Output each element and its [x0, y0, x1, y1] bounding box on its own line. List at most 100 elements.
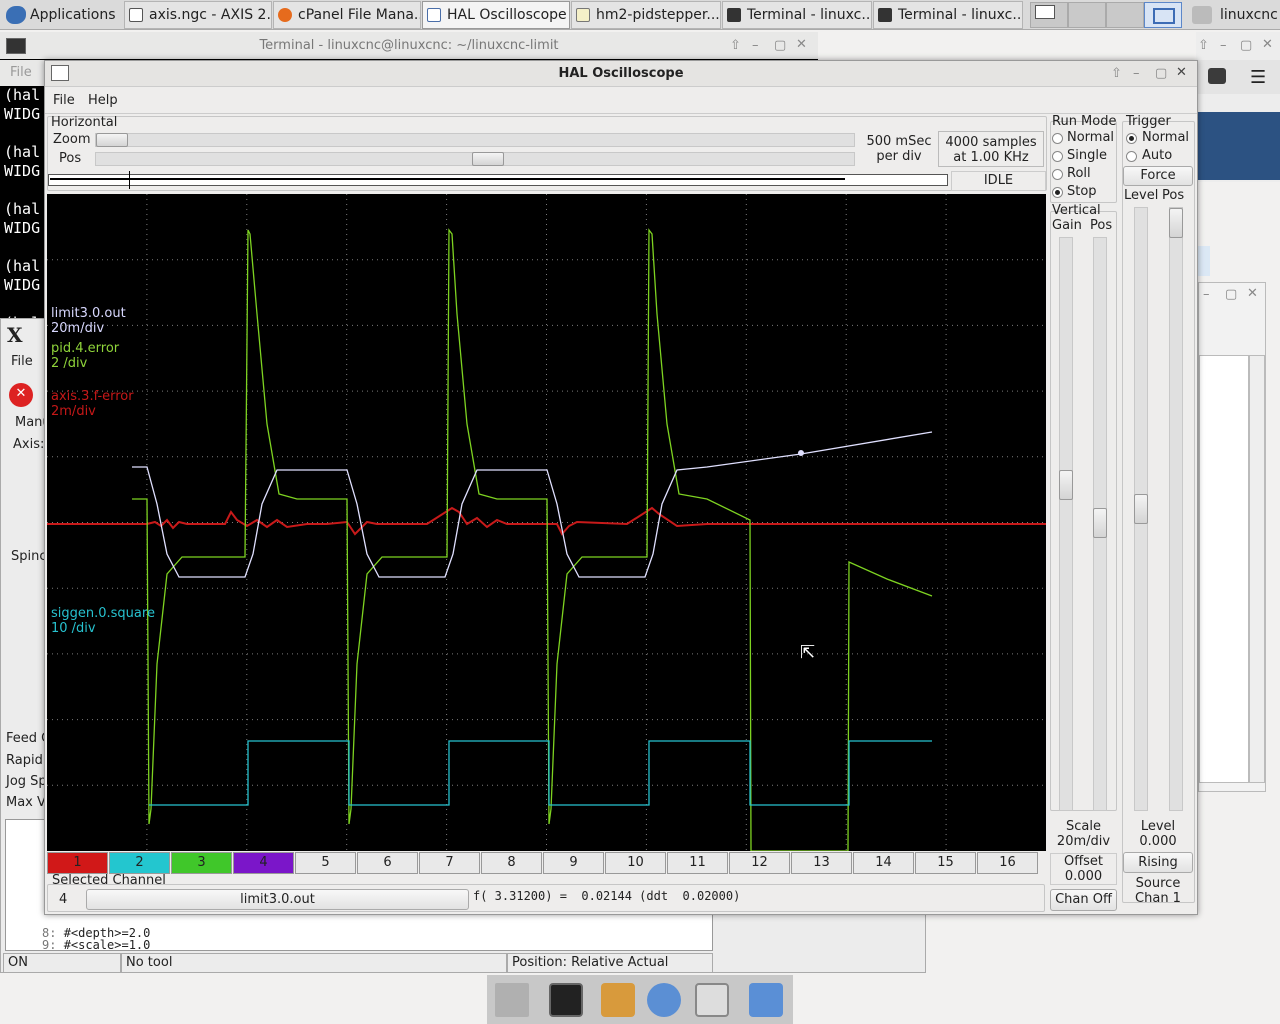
gain-slider[interactable] — [1059, 237, 1073, 811]
applications-menu[interactable]: Applications — [2, 0, 116, 30]
record-position-bar[interactable] — [48, 171, 948, 189]
vertical-label: Vertical — [1052, 203, 1101, 218]
trigger-source[interactable]: Source Chan 1 — [1123, 876, 1193, 906]
hamburger-menu-icon[interactable]: ☰ — [1250, 67, 1266, 88]
maximize-icon[interactable]: ▢ — [774, 38, 786, 53]
terminal-menu-file[interactable]: File — [10, 65, 32, 80]
bottom-dock — [487, 975, 793, 1024]
channel-button-13[interactable]: 13 — [791, 852, 852, 874]
channel-button-16[interactable]: 16 — [977, 852, 1038, 874]
maximize-icon[interactable]: ▢ — [1155, 66, 1167, 81]
task-cpanel[interactable]: cPanel File Mana... — [273, 1, 421, 29]
selected-channel-signal-button[interactable]: limit3.0.out — [86, 889, 469, 910]
trigger-pos-thumb[interactable] — [1169, 208, 1183, 238]
channel-button-14[interactable]: 14 — [853, 852, 914, 874]
channel-button-8[interactable]: 8 — [481, 852, 542, 874]
scope-traces — [47, 194, 1046, 852]
run-normal-radio[interactable] — [1052, 133, 1063, 144]
background-window-right: ⇧ – ▢ ✕ ☰ — [1196, 32, 1280, 182]
zoom-slider[interactable] — [95, 133, 855, 147]
gain-slider-thumb[interactable] — [1059, 470, 1073, 500]
shade-icon[interactable]: ⇧ — [1198, 38, 1209, 53]
trigger-level-readout[interactable]: Level 0.000 — [1123, 819, 1193, 849]
vertical-offset-readout[interactable]: Offset 0.000 — [1050, 853, 1117, 885]
channel-button-7[interactable]: 7 — [419, 852, 480, 874]
close-icon[interactable]: ✕ — [1262, 37, 1273, 52]
task-axis[interactable]: axis.ngc - AXIS 2... — [124, 1, 272, 29]
chan-off-button[interactable]: Chan Off — [1050, 889, 1117, 911]
vertical-pos-thumb[interactable] — [1093, 508, 1107, 538]
vertical-pos-label: Pos — [1090, 218, 1113, 233]
trigger-pos-slider[interactable] — [1169, 207, 1183, 811]
task-pidstepper[interactable]: hm2-pidstepper.... — [571, 1, 721, 29]
minimize-icon[interactable]: – — [752, 38, 759, 53]
minimize-icon[interactable]: – — [1133, 66, 1140, 81]
pos-slider[interactable] — [95, 152, 855, 166]
minimize-icon[interactable]: – — [1220, 38, 1227, 53]
channel-button-4[interactable]: 4 — [233, 852, 294, 874]
maximize-icon[interactable]: ▢ — [1225, 287, 1237, 302]
zoom-label: Zoom — [53, 132, 91, 147]
minimize-icon[interactable]: – — [1203, 287, 1210, 302]
channel-button-15[interactable]: 15 — [915, 852, 976, 874]
maximize-icon[interactable]: ▢ — [1240, 38, 1252, 53]
desktop-icon[interactable] — [495, 983, 529, 1017]
channel-button-6[interactable]: 6 — [357, 852, 418, 874]
menu-help[interactable]: Help — [88, 93, 118, 108]
channel-button-5[interactable]: 5 — [295, 852, 356, 874]
status-machine: ON — [3, 953, 121, 973]
estop-icon[interactable]: ✕ — [9, 383, 33, 407]
vertical-scale-readout[interactable]: Scale 20m/div — [1050, 819, 1117, 849]
trigger-level-thumb[interactable] — [1134, 494, 1148, 524]
terminal-icon — [878, 8, 892, 22]
pos-slider-thumb[interactable] — [472, 152, 504, 166]
editor-icon — [576, 8, 590, 22]
zoom-slider-thumb[interactable] — [96, 133, 128, 147]
channel-button-10[interactable]: 10 — [605, 852, 666, 874]
pos-label: Pos — [59, 151, 82, 166]
run-stop-radio[interactable] — [1052, 187, 1063, 198]
workspace-2[interactable] — [1068, 2, 1106, 28]
close-icon[interactable]: ✕ — [796, 37, 807, 52]
pocket-icon[interactable] — [1208, 68, 1226, 84]
run-roll-radio[interactable] — [1052, 169, 1063, 180]
user-menu[interactable]: linuxcnc — [1186, 0, 1278, 30]
task-terminal-2[interactable]: Terminal - linuxc... — [873, 1, 1023, 29]
workspace-3[interactable] — [1106, 2, 1144, 28]
close-icon[interactable]: ✕ — [1176, 65, 1187, 80]
web-browser-icon[interactable] — [647, 983, 681, 1017]
channel-button-9[interactable]: 9 — [543, 852, 604, 874]
trigger-normal-radio[interactable] — [1126, 133, 1137, 144]
terminal-output: (hal WIDG (hal WIDG (hal WIDG (hal WIDG … — [4, 86, 41, 332]
channel-button-2[interactable]: 2 — [109, 852, 170, 874]
scrollbar[interactable] — [1249, 355, 1265, 783]
search-icon[interactable] — [695, 983, 729, 1017]
sample-rate-readout[interactable]: 500 mSec per div — [863, 134, 935, 164]
force-button[interactable]: Force — [1123, 166, 1193, 186]
terminal-icon[interactable] — [549, 983, 583, 1017]
workspace-1[interactable] — [1030, 2, 1068, 28]
vertical-pos-slider[interactable] — [1093, 237, 1107, 811]
samples-readout[interactable]: 4000 samples at 1.00 KHz — [938, 131, 1044, 167]
file-manager-icon[interactable] — [601, 983, 635, 1017]
close-icon[interactable]: ✕ — [1247, 286, 1258, 301]
folder-icon[interactable] — [749, 983, 783, 1017]
channel-button-11[interactable]: 11 — [667, 852, 728, 874]
channel-button-1[interactable]: 1 — [47, 852, 108, 874]
run-single-radio[interactable] — [1052, 151, 1063, 162]
channel-button-12[interactable]: 12 — [729, 852, 790, 874]
selected-channel-readout: f( 3.31200) = 0.02144 (ddt 0.02000) — [473, 889, 741, 903]
shade-icon[interactable]: ⇧ — [1111, 66, 1122, 81]
task-terminal-1[interactable]: Terminal - linuxc... — [722, 1, 872, 29]
workspace-4[interactable] — [1144, 2, 1182, 28]
trigger-edge-button[interactable]: Rising — [1123, 852, 1193, 873]
axis-menu-file[interactable]: File — [1, 351, 45, 373]
channel-button-3[interactable]: 3 — [171, 852, 232, 874]
selected-channel-label: Selected Channel — [52, 873, 166, 888]
task-halscope[interactable]: HAL Oscilloscope — [422, 1, 570, 29]
scope-display[interactable]: limit3.0.out 20m/div pid.4.error 2 /div ax… — [47, 194, 1046, 852]
shade-icon[interactable]: ⇧ — [730, 38, 741, 53]
trigger-level-slider[interactable] — [1134, 207, 1148, 811]
trigger-auto-radio[interactable] — [1126, 151, 1137, 162]
menu-file[interactable]: File — [53, 93, 75, 108]
